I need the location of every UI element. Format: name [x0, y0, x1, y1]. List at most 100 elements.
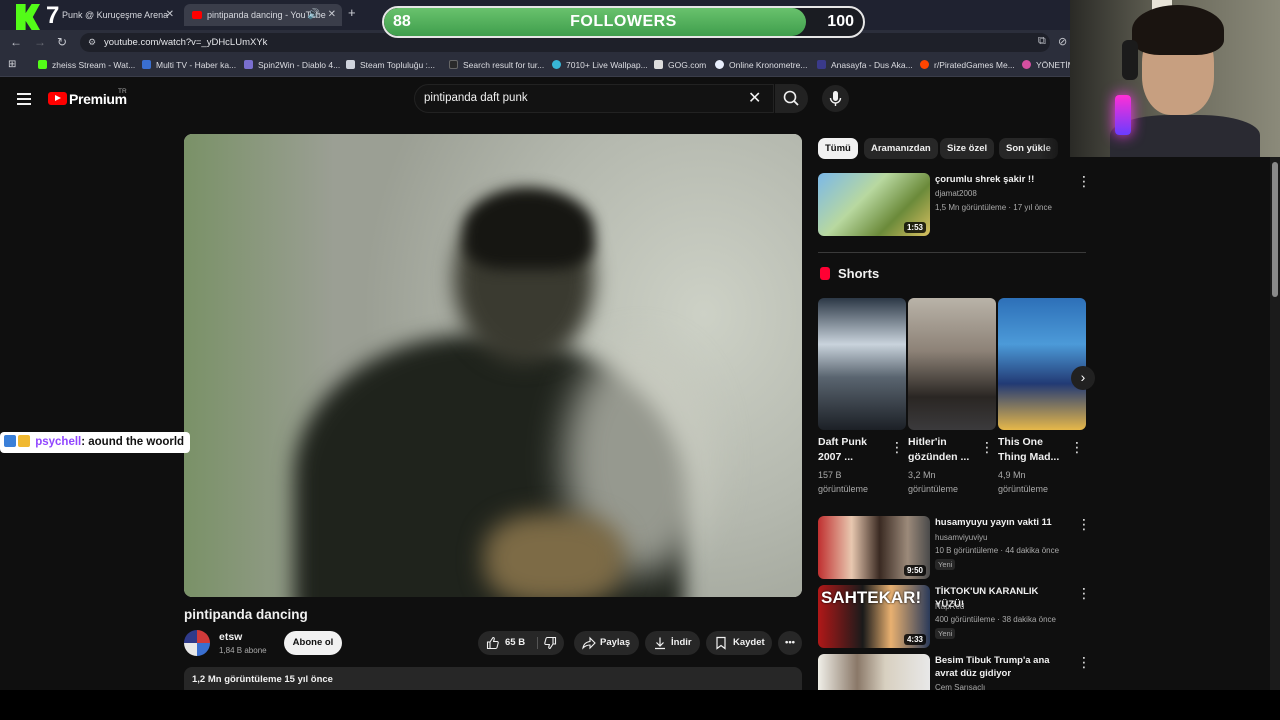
bookmark-favicon-icon — [817, 60, 826, 69]
shorts-heading: Shorts — [820, 266, 879, 281]
kick-k-icon — [16, 4, 40, 30]
side-video-title[interactable]: Besim Tibuk Trump'a ana avrat düz gidiyo… — [935, 654, 1067, 680]
video-player[interactable] — [184, 134, 802, 597]
side-video-channel[interactable]: NapRed — [935, 602, 964, 611]
short-views: 157 B görüntüleme — [818, 470, 869, 494]
video-person-hair — [464, 189, 594, 269]
tab-label: Punk @ Kuruçeşme Arena — [62, 10, 169, 20]
tab-close-icon[interactable]: ✕ — [166, 4, 174, 26]
side-video-thumbnail[interactable]: SAHTEKAR! 4:33 — [818, 585, 930, 648]
channel-name[interactable]: etsw — [219, 631, 242, 643]
bookmark-item[interactable]: YÖNETİM — [1022, 60, 1075, 70]
short-menu-icon[interactable] — [1070, 439, 1084, 456]
chat-message: : aound the woorld — [81, 436, 185, 448]
bookmarks-bar: ⊞ zheiss Stream - Wat... Multi TV - Habe… — [0, 55, 1075, 77]
side-video-menu-icon[interactable] — [1077, 585, 1091, 602]
side-video-thumbnail[interactable]: 1:53 — [818, 173, 930, 236]
url-text: youtube.com/watch?v=_yDHcLUmXYk — [104, 37, 268, 48]
back-arrow-icon[interactable]: ← — [10, 35, 22, 49]
page-scrollbar[interactable] — [1270, 157, 1280, 690]
tab-close-icon[interactable]: ✕ — [328, 4, 336, 26]
short-views: 3,2 Mn görüntüleme — [908, 470, 959, 494]
scrollbar-thumb[interactable] — [1272, 162, 1278, 297]
kick-logo: 7 — [14, 2, 64, 30]
side-video-meta: 10 B görüntüleme · 44 dakika önce — [935, 546, 1060, 555]
audio-icon[interactable]: 🔊 — [308, 4, 320, 26]
chat-badge-icon — [4, 435, 16, 447]
site-info-icon[interactable]: ⚙ — [88, 33, 96, 52]
shorts-next-button[interactable]: › — [1071, 366, 1095, 390]
save-playlist-icon — [716, 636, 726, 650]
more-actions-button[interactable]: ••• — [778, 631, 802, 655]
side-video-menu-icon[interactable] — [1077, 173, 1091, 190]
microphone-icon — [829, 91, 842, 106]
bookmark-favicon-icon — [654, 60, 663, 69]
side-video-thumbnail[interactable] — [818, 654, 930, 690]
bookmark-item[interactable]: Steam Topluluğu :... — [346, 60, 435, 70]
side-video-menu-icon[interactable] — [1077, 654, 1091, 671]
chat-username: psychell — [35, 436, 82, 448]
save-label: Kaydet — [733, 637, 765, 648]
dislike-button[interactable] — [538, 631, 564, 655]
apps-grid-icon[interactable]: ⊞ — [8, 59, 16, 70]
followers-goal-bar: 88 FOLLOWERS 100 — [382, 6, 865, 38]
chip-all[interactable]: Tümü — [818, 138, 858, 159]
short-title[interactable]: This One Thing Mad... — [998, 435, 1064, 465]
hamburger-menu-icon[interactable] — [17, 93, 31, 105]
bookmark-item[interactable]: 7010+ Live Wallpap... — [552, 60, 648, 70]
youtube-logo[interactable]: Premium TR — [48, 88, 127, 109]
clear-search-icon[interactable]: ✕ — [748, 88, 761, 108]
extension-icon[interactable]: ⊘ — [1058, 35, 1067, 48]
short-thumbnail[interactable] — [818, 298, 906, 430]
side-video-channel[interactable]: djamat2008 — [935, 189, 977, 198]
subscribe-button[interactable]: Abone ol — [284, 631, 342, 655]
like-dislike-group: 65 B — [478, 631, 564, 655]
short-thumbnail[interactable] — [998, 298, 1086, 430]
side-video-channel[interactable]: husamviyuviyu — [935, 533, 987, 542]
share-button[interactable]: Paylaş — [574, 631, 639, 655]
youtube-play-icon — [48, 92, 67, 105]
bookmark-item[interactable]: Search result for tur... — [449, 60, 544, 70]
browser-tab-youtube[interactable]: pintipanda dancing - YouTube 🔊 ✕ — [184, 4, 342, 26]
search-button[interactable] — [775, 84, 808, 113]
short-menu-icon[interactable] — [890, 439, 904, 456]
bookmark-item[interactable]: r/PiratedGames Me... — [920, 60, 1015, 70]
forward-arrow-icon[interactable]: → — [34, 35, 46, 49]
video-person-hand — [484, 514, 624, 597]
subscriber-count: 1,84 B abone — [219, 646, 267, 655]
short-title[interactable]: Hitler'in gözünden ... — [908, 435, 974, 465]
side-video-title[interactable]: çorumlu shrek şakir !! — [935, 173, 1067, 186]
bookmark-favicon-icon — [38, 60, 47, 69]
chat-badge-icon — [18, 435, 30, 447]
side-video-thumbnail[interactable]: 9:50 — [818, 516, 930, 579]
new-tab-button[interactable]: + — [348, 5, 356, 20]
chip-for-you[interactable]: Size özel — [940, 138, 995, 159]
short-title[interactable]: Daft Punk 2007 ... — [818, 435, 884, 465]
like-button[interactable]: 65 B — [478, 631, 537, 655]
channel-avatar[interactable] — [184, 630, 210, 656]
new-badge: Yeni — [935, 559, 956, 570]
download-button[interactable]: İndir — [645, 631, 700, 655]
bookmark-item[interactable]: Spin2Win - Diablo 4... — [244, 60, 340, 70]
bookmark-item[interactable]: Online Kronometre... — [715, 60, 807, 70]
voice-search-button[interactable] — [822, 85, 849, 112]
short-menu-icon[interactable] — [980, 439, 994, 456]
short-thumbnail[interactable] — [908, 298, 996, 430]
side-video-title[interactable]: husamyuyu yayın vakti 11 — [935, 516, 1067, 529]
bookmark-item[interactable]: Multi TV - Haber ka... — [142, 60, 236, 70]
thumbs-down-icon — [544, 636, 557, 650]
save-button[interactable]: Kaydet — [706, 631, 772, 655]
shorts-icon — [820, 267, 830, 280]
new-badge: Yeni — [935, 628, 956, 639]
bookmark-item[interactable]: GOG.com — [654, 60, 706, 70]
reload-icon[interactable]: ↻ — [57, 35, 67, 49]
install-app-icon[interactable]: ⧉ — [1038, 35, 1046, 48]
like-count: 65 B — [505, 637, 526, 648]
followers-label: FOLLOWERS — [570, 13, 677, 30]
bookmark-item[interactable]: zheiss Stream - Wat... — [38, 60, 135, 70]
side-video-menu-icon[interactable] — [1077, 516, 1091, 533]
youtube-page: Premium TR pintipanda daft punk ✕ pintip… — [0, 78, 1270, 697]
search-input[interactable]: pintipanda daft punk — [414, 84, 774, 113]
bookmark-item[interactable]: Anasayfa - Dus Aka... — [817, 60, 913, 70]
chip-from-search[interactable]: Aramanızdan — [864, 138, 938, 159]
